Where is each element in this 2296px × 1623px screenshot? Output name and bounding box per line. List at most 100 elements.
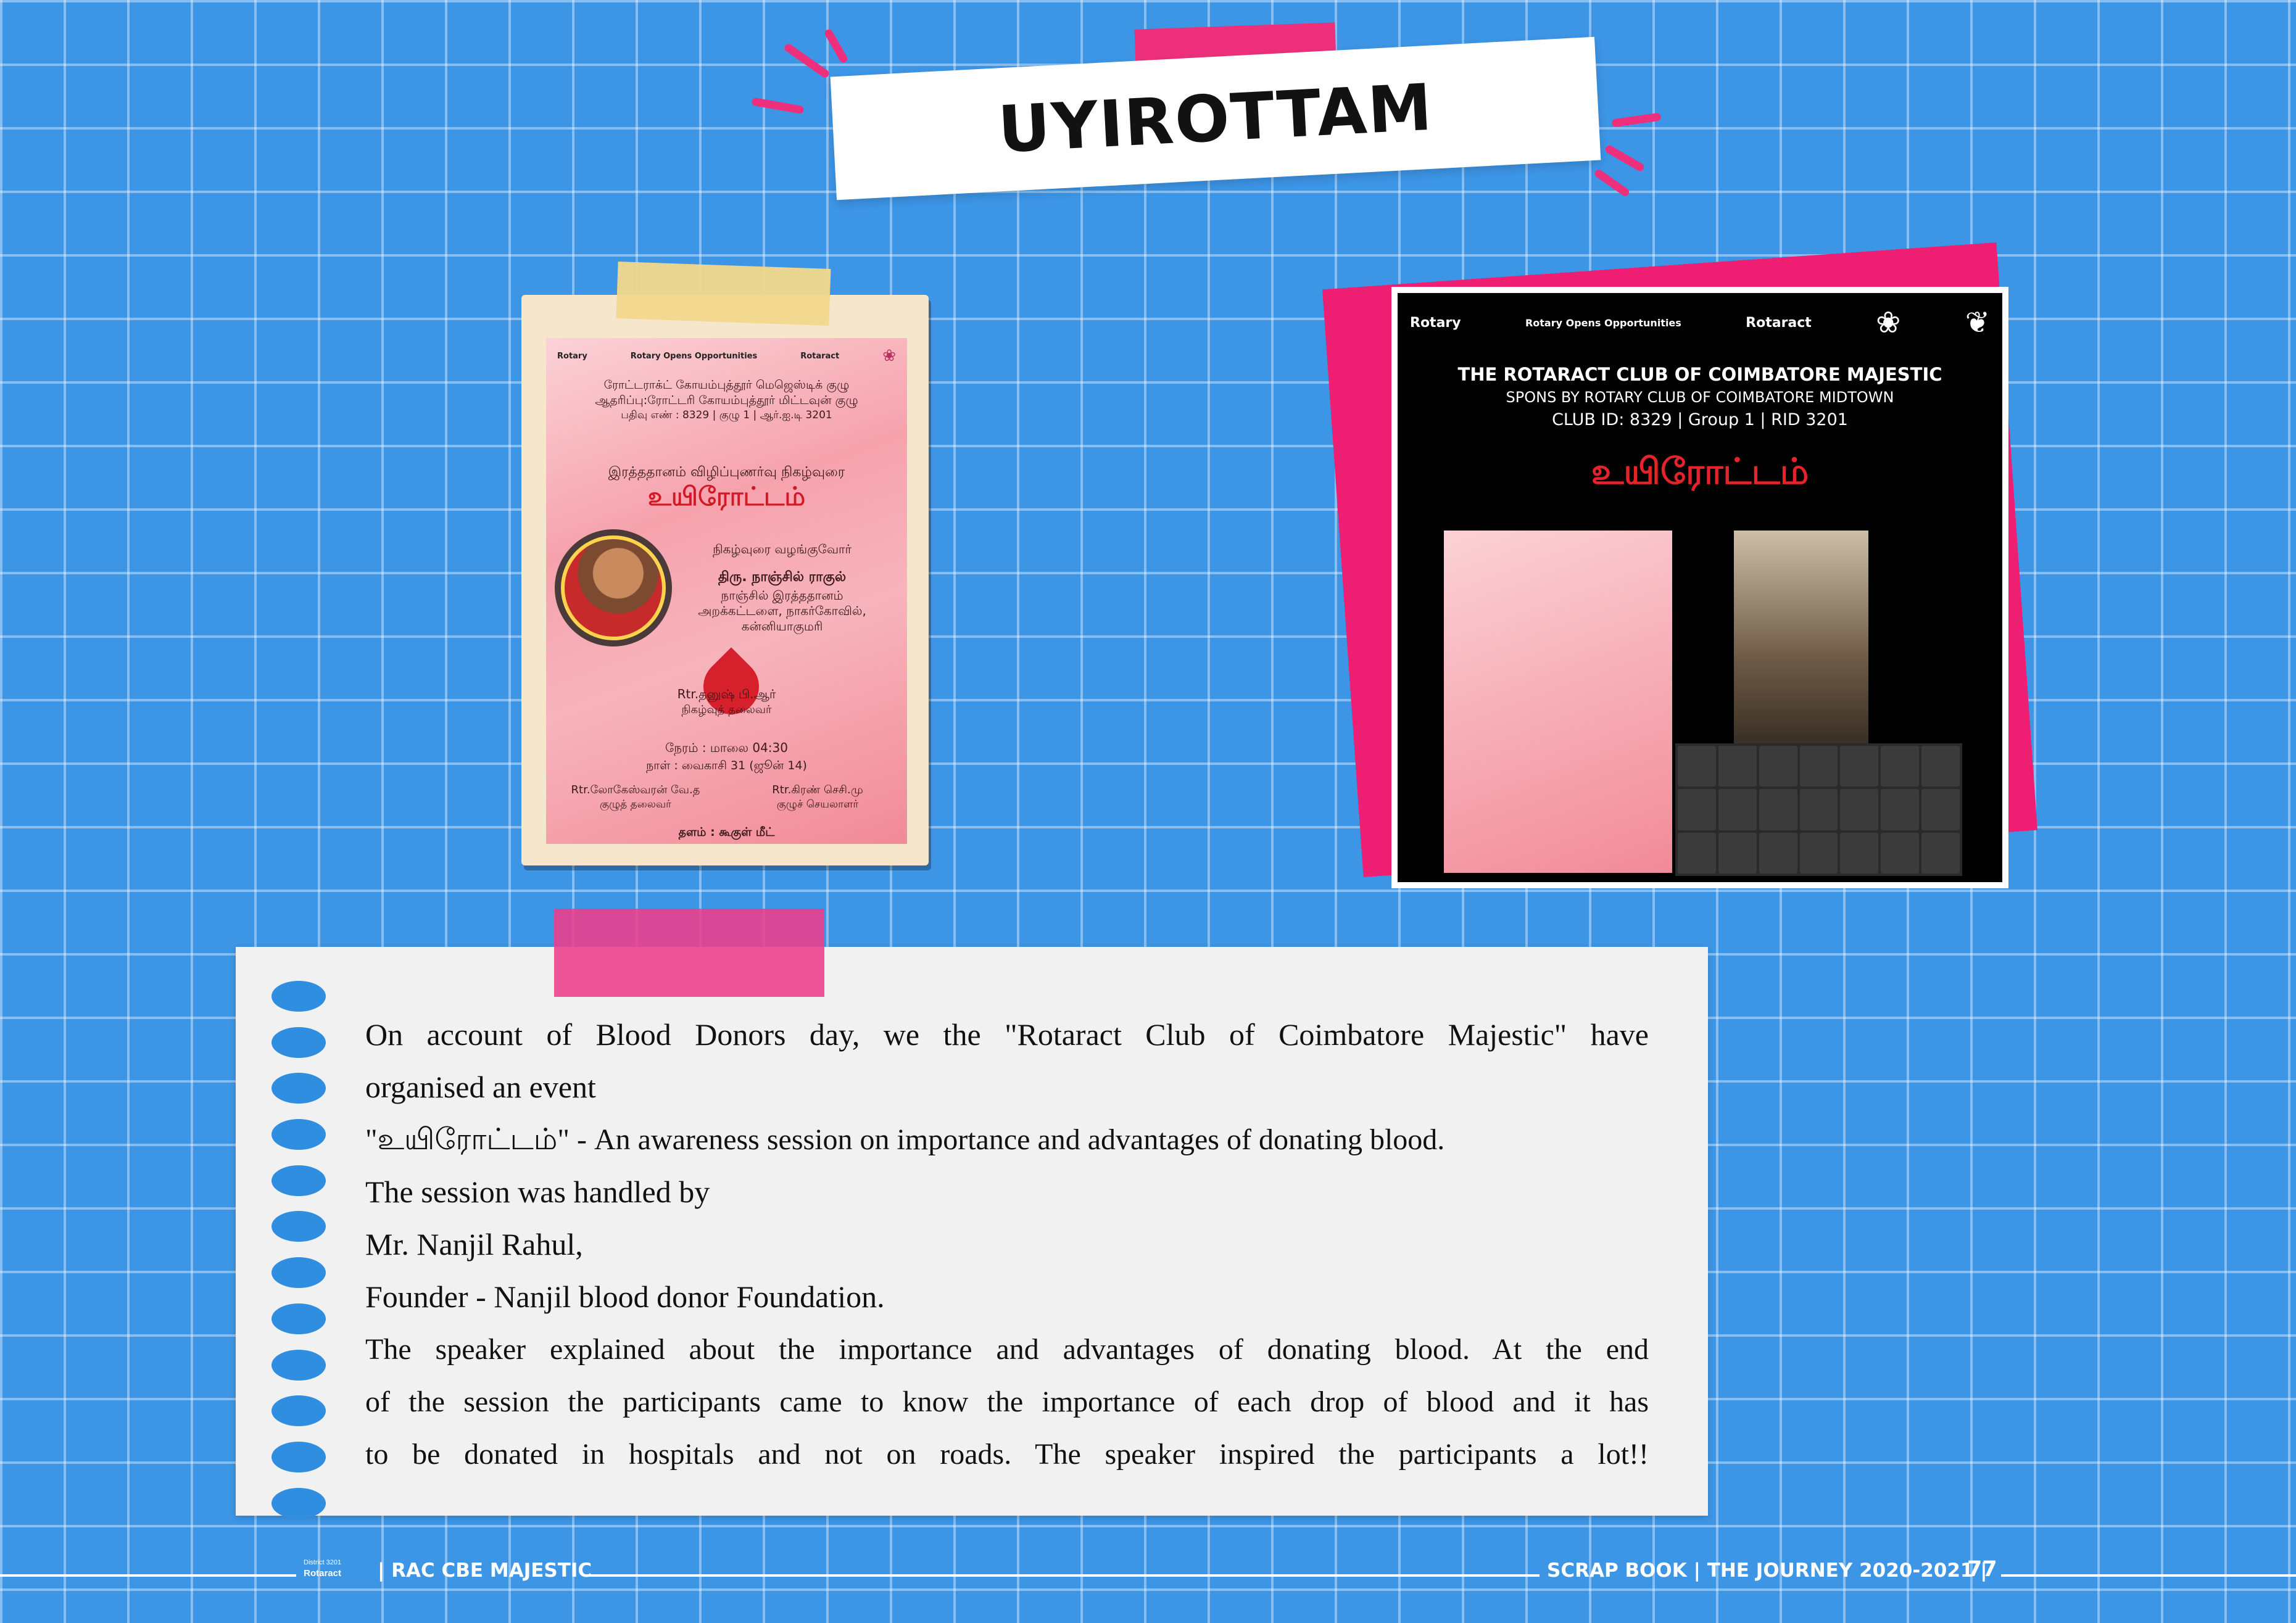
description-line: organised an event [365,1070,596,1104]
decor-dash [823,28,849,64]
binder-hole [271,1073,326,1104]
participant-tile [1678,746,1716,787]
participant-tile [1840,789,1879,830]
footer-rule-middle [586,1574,1540,1577]
poster-tape [616,262,831,326]
event-poster: Rotary Rotary Opens Opportunities Rotara… [546,338,907,844]
description-line: The session was handled by [365,1175,710,1209]
meeting-screenshot-content: Rotary Rotary Opens Opportunities Rotara… [1398,293,2002,882]
speaker-video-tile [1734,531,1868,743]
poster-host-role: நிகழ்வுத் தலைவர் [681,703,772,716]
decor-dash [1611,112,1662,128]
leaf-icon: ❦ [1965,305,1990,340]
binder-hole [271,1441,326,1472]
footer-right-text: SCRAP BOOK | THE JOURNEY 2020-2021 | [1547,1559,1987,1582]
screenshot-event-name: உயிரோட்டம் [1591,450,1809,492]
speaker-portrait-frame [555,529,672,646]
description-line: of the session the participants came to … [365,1386,1649,1418]
footer-logo-name: Rotaract [304,1568,341,1579]
screenshot-logo-row: Rotary Rotary Opens Opportunities Rotara… [1410,305,1990,340]
title-banner: UYIROTTAM [830,36,1601,200]
shared-poster-thumbnail [1444,531,1672,873]
poster-venue: தளம் : கூகுள் மீட் [678,825,775,839]
poster-event-name: உயிரோட்டம் [647,481,806,511]
participant-tile [1718,746,1757,787]
page-number: 77 [1967,1557,1997,1582]
binder-hole [271,1487,326,1519]
poster-left-role: குழுத் தலைவர் [599,798,672,811]
decor-dash [1593,168,1631,198]
decor-dash [1604,144,1646,173]
footer-rule-right [2001,1574,2296,1577]
description-card: On account of Blood Donors day, we the "… [236,947,1708,1519]
binder-hole [271,1026,326,1058]
poster-logo-row: Rotary Rotary Opens Opportunities Rotara… [557,347,896,365]
participant-tile [1759,746,1797,787]
opportunities-logo: Rotary Opens Opportunities [1525,316,1681,329]
binder-hole [271,1119,326,1150]
description-tape [554,909,824,997]
poster-right-person: Rtr.கிரண் செசி.மு [772,783,863,796]
participant-tile [1921,746,1960,787]
binder-hole [271,1257,326,1289]
poster-time: நேரம் : மாலை 04:30 [665,740,788,755]
opportunities-logo: Rotary Opens Opportunities [630,351,758,361]
participant-tile [1799,789,1838,830]
rotaract-footer-logo: District 3201 Rotaract [304,1558,341,1579]
description-line: On account of Blood Donors day, we the "… [365,1017,1649,1052]
description-line: Mr. Nanjil Rahul, [365,1227,583,1262]
screenshot-club-name: THE ROTARACT CLUB OF COIMBATORE MAJESTIC [1457,364,1942,385]
binder-hole [271,981,326,1012]
rotary-logo: Rotary [1410,315,1461,331]
participant-tile [1799,746,1838,787]
decor-dash [751,97,805,115]
participant-tile [1718,832,1757,873]
poster-event-line: இரத்ததானம் விழிப்புணர்வு நிகழ்வுரை [608,465,845,480]
description-line: The speaker explained about the importan… [365,1333,1649,1366]
page-title: UYIROTTAM [996,69,1435,168]
lotus-icon: ❀ [882,347,896,365]
screenshot-spons: SPONS BY ROTARY CLUB OF COIMBATORE MIDTO… [1506,389,1894,406]
rotaract-logo: Rotaract [1746,315,1812,331]
poster-org-line: பதிவு எண் : 8329 | குழு 1 | ஆர்.ஐ.டி 320… [621,409,832,421]
participant-tile [1799,832,1838,873]
binder-hole [271,1349,326,1381]
participant-tile [1881,746,1920,787]
speaker-portrait [561,535,666,640]
description-line: to be donated in hospitals and not on ro… [365,1438,1649,1471]
participant-tile [1759,789,1797,830]
poster-speaker-org: அறக்கட்டளை, நாகர்கோவில், [698,603,866,618]
participant-tile [1921,789,1960,830]
description-line: Founder - Nanjil blood donor Foundation. [365,1279,885,1314]
lotus-icon: ❀ [1876,305,1901,340]
notebook-holes [271,981,326,1534]
meeting-screenshot: Rotary Rotary Opens Opportunities Rotara… [1391,287,2008,888]
participant-tile [1921,832,1960,873]
binder-hole [271,1303,326,1334]
description-line: "உயிரோட்டம்" - An awareness session on i… [365,1123,1445,1156]
description-text: On account of Blood Donors day, we the "… [365,1009,1649,1481]
poster-right-role: குழுச் செயலாளர் [776,798,859,811]
rotaract-logo: Rotaract [800,351,840,361]
participant-tile [1881,832,1920,873]
poster-speaker-org: நாஞ்சில் இரத்ததானம் [721,588,843,603]
poster-presenter-label: நிகழ்வுரை வழங்குவோர் [713,542,852,556]
poster-left-person: Rtr.லோகேஸ்வரன் வே.த [571,783,700,796]
participant-tile [1678,789,1716,830]
binder-hole [271,1165,326,1196]
poster-org-line: ரோட்டராக்ட் கோயம்புத்தூர் மெஜெஸ்டிக் குழ… [603,378,850,392]
participant-tile [1678,832,1716,873]
participant-tile [1840,746,1879,787]
screenshot-club-id: CLUB ID: 8329 | Group 1 | RID 3201 [1552,410,1848,429]
poster-speaker-org: கன்னியாகுமரி [741,619,823,634]
participant-tile [1759,832,1797,873]
footer-rule-left [0,1574,296,1577]
participant-tile [1881,789,1920,830]
binder-hole [271,1395,326,1427]
footer-logo-district: District 3201 [304,1559,342,1566]
participant-tile [1840,832,1879,873]
poster-host-name: Rtr.தனுஷ் பி.ஆர் [677,687,776,701]
participant-tile [1718,789,1757,830]
poster-speaker-name: திரு. நாஞ்சில் ராகுல் [718,569,847,585]
rotary-logo: Rotary [557,351,587,361]
